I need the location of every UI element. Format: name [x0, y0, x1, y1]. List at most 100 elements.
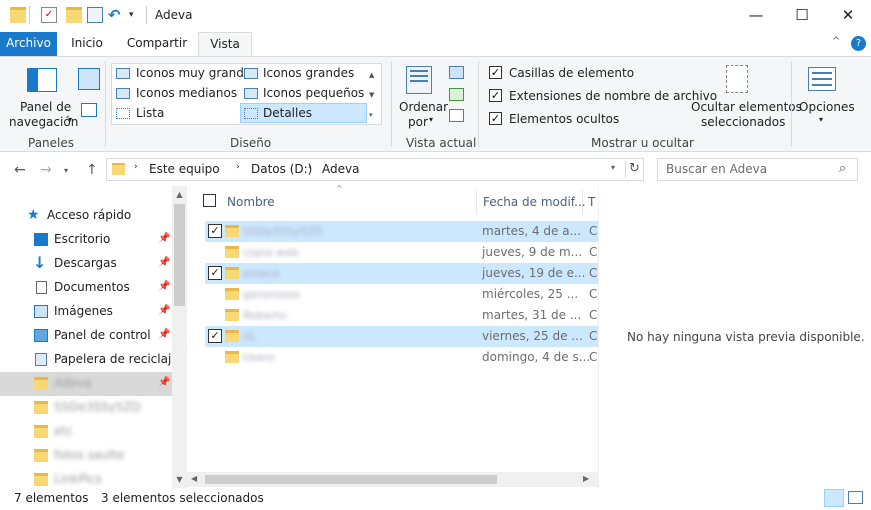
- select-all-checkbox[interactable]: [203, 194, 216, 207]
- tab-vista[interactable]: Vista: [198, 32, 252, 57]
- search-input[interactable]: Buscar en Adeva ⌕: [657, 158, 858, 181]
- chevron-right-icon[interactable]: ›: [236, 162, 240, 172]
- dropdown-arrow-icon[interactable]: ▾: [68, 115, 72, 124]
- title-bar: ✓ ↶ ▾ Adeva — ☐ ✕: [0, 0, 871, 32]
- file-row[interactable]: Usero domingo, 4 de s... C: [205, 347, 598, 368]
- file-row[interactable]: ✓ enlace jueves, 19 de e... C: [205, 263, 598, 284]
- rename-icon[interactable]: [87, 7, 103, 23]
- details-view-icon[interactable]: [824, 489, 844, 507]
- nav-recycle-bin[interactable]: Papelera de reciclaje: [0, 348, 172, 372]
- nav-adeva[interactable]: Adeva 📌: [0, 372, 172, 396]
- options-icon[interactable]: [808, 67, 836, 91]
- file-list-hscrollbar[interactable]: ◀ ▶: [187, 472, 598, 487]
- preview-pane-icon[interactable]: [78, 68, 100, 90]
- sort-by-label-1[interactable]: Ordenar: [399, 100, 448, 114]
- layout-extra-large-icons[interactable]: Iconos muy grandes: [136, 66, 257, 80]
- gallery-scroll-icon[interactable]: ▲ ▼ ▾: [369, 65, 374, 125]
- details-pane-icon[interactable]: [81, 103, 97, 117]
- extensions-checkbox[interactable]: ✓: [489, 89, 502, 102]
- sort-by-icon[interactable]: [406, 66, 432, 94]
- options-label[interactable]: Opciones: [799, 100, 855, 114]
- maximize-button[interactable]: ☐: [779, 0, 825, 30]
- recent-locations-icon[interactable]: ▾: [64, 166, 68, 175]
- nav-folder[interactable]: LinkPics: [0, 468, 172, 488]
- breadcrumb-adeva[interactable]: Adeva: [322, 162, 359, 176]
- new-folder-icon[interactable]: [66, 7, 82, 23]
- nav-pane-label-1[interactable]: Panel de: [20, 100, 71, 114]
- item-checkboxes-checkbox[interactable]: ✓: [489, 66, 502, 79]
- layout-medium-icons[interactable]: Iconos medianos: [136, 86, 237, 100]
- layout-details[interactable]: Detalles: [263, 106, 312, 120]
- hide-selected-label-2[interactable]: seleccionados: [701, 115, 785, 129]
- nav-folder[interactable]: etc: [0, 420, 172, 444]
- nav-downloads[interactable]: ↓ Descargas 📌: [0, 252, 172, 276]
- group-by-icon[interactable]: [449, 66, 464, 79]
- hidden-items-checkbox[interactable]: ✓: [489, 112, 502, 125]
- nav-folder[interactable]: SSDe3SSy5ZD: [0, 396, 172, 420]
- hidden-items-label[interactable]: Elementos ocultos: [509, 112, 619, 126]
- large-icons-view-icon[interactable]: [848, 491, 863, 504]
- nav-pictures[interactable]: Imágenes 📌: [0, 300, 172, 324]
- breadcrumb-este-equipo[interactable]: Este equipo: [149, 162, 220, 176]
- layout-list[interactable]: Lista: [136, 106, 164, 120]
- scrollbar-thumb[interactable]: [205, 475, 497, 484]
- scrollbar-thumb[interactable]: [174, 204, 185, 306]
- file-row[interactable]: copia web jueves, 9 de m... C: [205, 242, 598, 263]
- row-checkbox[interactable]: ✓: [208, 266, 222, 280]
- file-row[interactable]: ✓ SSDe3SSy5ZD martes, 4 de a... C: [205, 221, 598, 242]
- navigation-pane: ★ Acceso rápido Escritorio 📌 ↓ Descargas…: [0, 186, 187, 488]
- tab-archivo[interactable]: Archivo: [0, 32, 57, 56]
- nav-control-panel[interactable]: Panel de control 📌: [0, 324, 172, 348]
- up-arrow-icon[interactable]: ↑: [86, 162, 98, 178]
- breadcrumb-datos[interactable]: Datos (D:): [251, 162, 312, 176]
- search-icon[interactable]: ⌕: [839, 161, 846, 176]
- nav-scrollbar[interactable]: ▲ ▼: [172, 186, 187, 488]
- minimize-button[interactable]: —: [733, 0, 779, 30]
- sort-by-label-2[interactable]: por: [408, 115, 428, 129]
- chevron-right-icon[interactable]: ›: [134, 162, 138, 172]
- scroll-down-icon[interactable]: ▼: [172, 475, 187, 484]
- column-header-type[interactable]: T: [588, 188, 595, 216]
- close-button[interactable]: ✕: [825, 0, 871, 30]
- row-checkbox[interactable]: ✓: [208, 224, 222, 238]
- add-columns-icon[interactable]: [449, 88, 464, 101]
- layout-small-icons[interactable]: Iconos pequeños: [263, 86, 364, 100]
- back-arrow-icon[interactable]: ←: [14, 162, 26, 178]
- navigation-pane-icon[interactable]: [27, 68, 57, 92]
- customize-toolbar-icon[interactable]: ▾: [129, 7, 145, 23]
- address-dropdown-icon[interactable]: ▾: [611, 163, 615, 172]
- column-header-date[interactable]: Fecha de modif...: [483, 188, 586, 216]
- nav-quick-access[interactable]: ★ Acceso rápido: [0, 204, 172, 228]
- file-row[interactable]: Roberto martes, 31 de ... C: [205, 305, 598, 326]
- help-icon[interactable]: ?: [851, 36, 866, 51]
- scroll-right-icon[interactable]: ▶: [583, 474, 589, 483]
- file-row[interactable]: ✓ dL viernes, 25 de ... C: [205, 326, 598, 347]
- row-checkbox[interactable]: ✓: [208, 329, 222, 343]
- file-row[interactable]: generosos miércoles, 25 ... C: [205, 284, 598, 305]
- nav-desktop[interactable]: Escritorio 📌: [0, 228, 172, 252]
- tab-compartir[interactable]: Compartir: [124, 32, 190, 56]
- dropdown-arrow-icon[interactable]: ▾: [819, 115, 823, 124]
- extensions-label[interactable]: Extensiones de nombre de archivo: [509, 89, 717, 103]
- folder-icon: [225, 309, 239, 321]
- chevron-right-icon[interactable]: ›: [308, 162, 312, 172]
- item-checkboxes-label[interactable]: Casillas de elemento: [509, 66, 634, 80]
- properties-icon[interactable]: ✓: [41, 7, 57, 23]
- nav-folder[interactable]: fotos saulte: [0, 444, 172, 468]
- download-icon: ↓: [33, 253, 47, 272]
- column-header-name[interactable]: Nombre: [227, 188, 275, 216]
- nav-documents[interactable]: Documentos 📌: [0, 276, 172, 300]
- scroll-up-icon[interactable]: ▲: [172, 186, 187, 199]
- layout-large-icons[interactable]: Iconos grandes: [263, 66, 354, 80]
- size-columns-icon[interactable]: [449, 109, 464, 122]
- hide-selected-label-1[interactable]: Ocultar elementos: [691, 100, 802, 114]
- tab-inicio[interactable]: Inicio: [63, 32, 111, 56]
- scroll-left-icon[interactable]: ◀: [191, 474, 197, 483]
- address-box[interactable]: › Este equipo › Datos (D:) › Adeva ▾ ↻: [106, 158, 644, 181]
- refresh-icon[interactable]: ↻: [629, 161, 640, 176]
- dropdown-arrow-icon[interactable]: ▾: [429, 115, 433, 124]
- forward-arrow-icon[interactable]: →: [40, 162, 52, 178]
- hide-selected-icon[interactable]: [726, 65, 748, 93]
- undo-icon[interactable]: ↶: [108, 7, 124, 23]
- collapse-ribbon-icon[interactable]: ^: [832, 36, 840, 47]
